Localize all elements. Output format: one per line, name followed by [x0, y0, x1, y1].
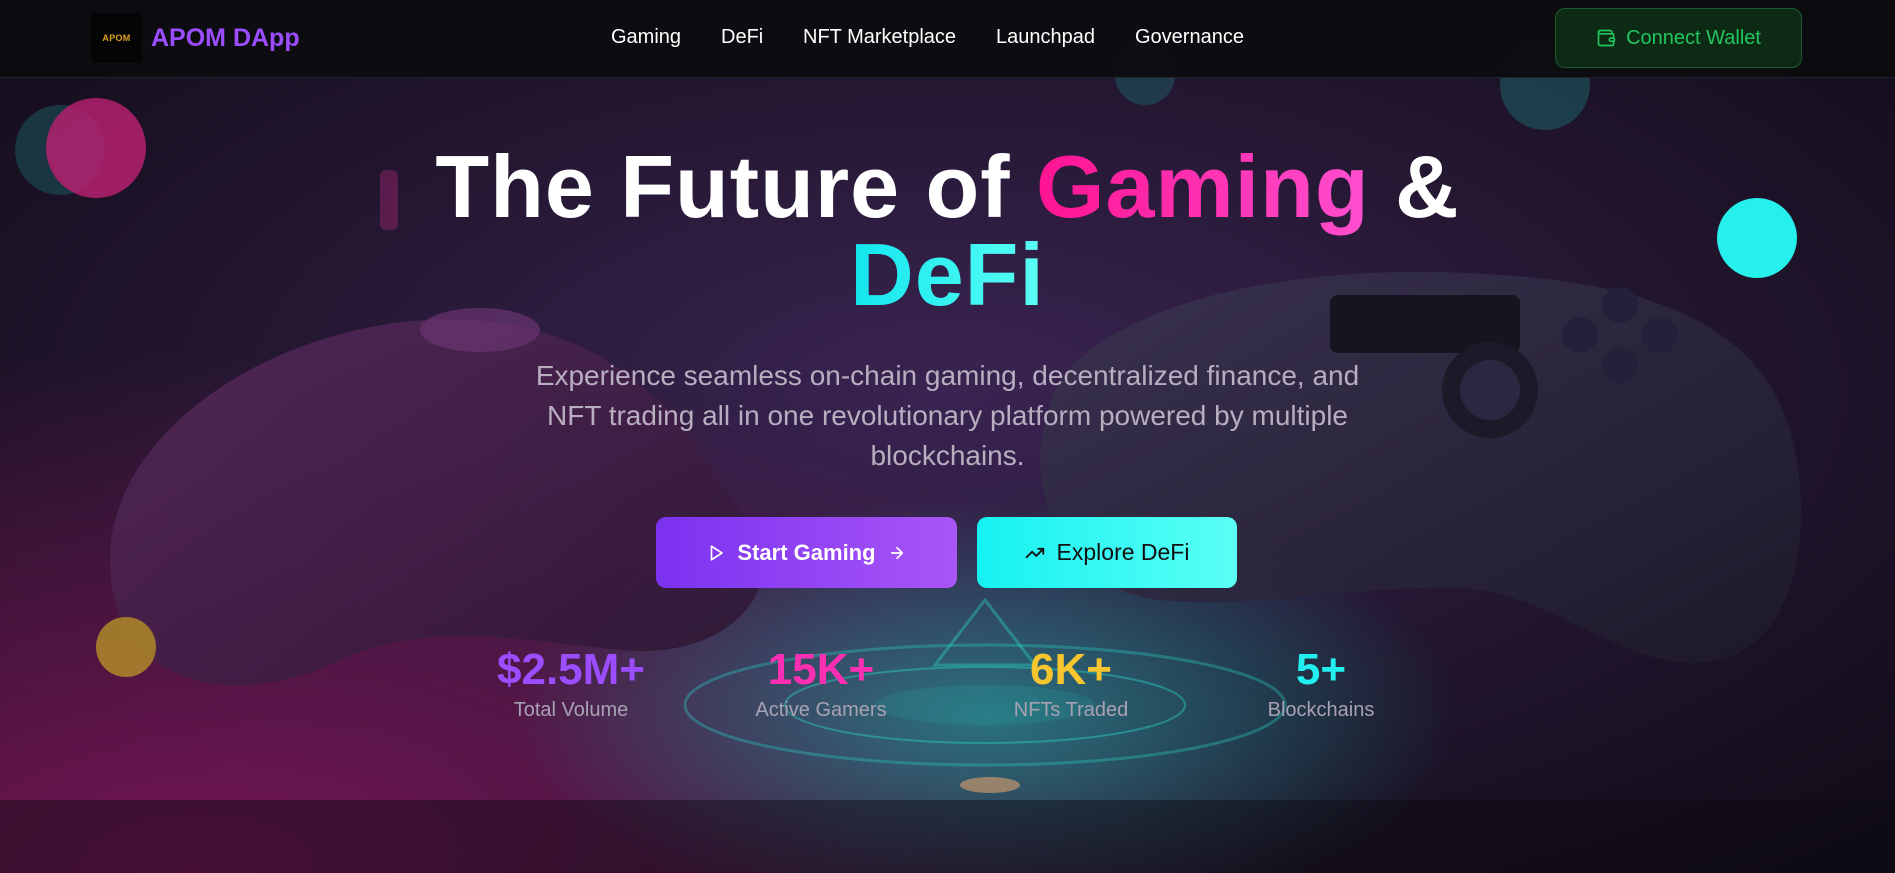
arrow-right-icon [890, 546, 903, 559]
stat-label: Blockchains [1267, 699, 1375, 721]
stat-value: $2.5M+ [497, 645, 645, 694]
stat-nfts-traded: 6K+ NFTs Traded [961, 645, 1181, 722]
start-gaming-button[interactable]: Start Gaming [656, 517, 957, 588]
decorative-cyan-orb [1717, 198, 1797, 278]
stat-value: 6K+ [1030, 645, 1112, 694]
decorative-gold-orb [96, 617, 156, 677]
nav-item-launchpad[interactable]: Launchpad [996, 26, 1095, 49]
hero-title-part1: The Future of [435, 137, 1036, 236]
hero-title-defi: DeFi [850, 225, 1045, 324]
explore-defi-button[interactable]: Explore DeFi [977, 517, 1237, 588]
nav-item-defi[interactable]: DeFi [721, 26, 763, 49]
stat-value: 15K+ [767, 645, 875, 694]
play-icon [711, 544, 724, 561]
stat-active-gamers: 15K+ Active Gamers [711, 645, 931, 722]
stat-value: 5+ [1295, 645, 1347, 694]
hero-subtitle: Experience seamless on-chain gaming, dec… [535, 360, 1360, 471]
top-navbar: APOM APOM DApp Gaming DeFi NFT Marketpla… [0, 0, 1895, 78]
trending-up-icon [1025, 547, 1044, 558]
stat-label: Active Gamers [755, 699, 887, 721]
stat-blockchains: 5+ Blockchains [1211, 645, 1431, 722]
stat-label: Total Volume [513, 699, 629, 721]
nav-item-nft-marketplace[interactable]: NFT Marketplace [803, 26, 956, 49]
nav-item-governance[interactable]: Governance [1135, 26, 1244, 49]
hero-title-part2: & [1369, 137, 1460, 236]
hero-title: The Future of Gaming & DeFi [0, 143, 1895, 319]
nav-item-gaming[interactable]: Gaming [611, 26, 681, 49]
stat-total-volume: $2.5M+ Total Volume [461, 645, 681, 722]
connect-wallet-label: Connect Wallet [1626, 26, 1761, 49]
wallet-icon [1597, 29, 1616, 47]
start-gaming-label: Start Gaming [737, 539, 876, 565]
hero-title-gaming: Gaming [1036, 137, 1370, 236]
explore-defi-label: Explore DeFi [1056, 539, 1190, 565]
stats-row: $2.5M+ Total Volume 15K+ Active Gamers 6… [0, 645, 1895, 725]
connect-wallet-button[interactable]: Connect Wallet [1555, 8, 1802, 68]
stat-label: NFTs Traded [1013, 699, 1129, 721]
page: APOM APOM DApp Gaming DeFi NFT Marketpla… [0, 0, 1895, 873]
decorative-pink-orb [46, 98, 146, 198]
